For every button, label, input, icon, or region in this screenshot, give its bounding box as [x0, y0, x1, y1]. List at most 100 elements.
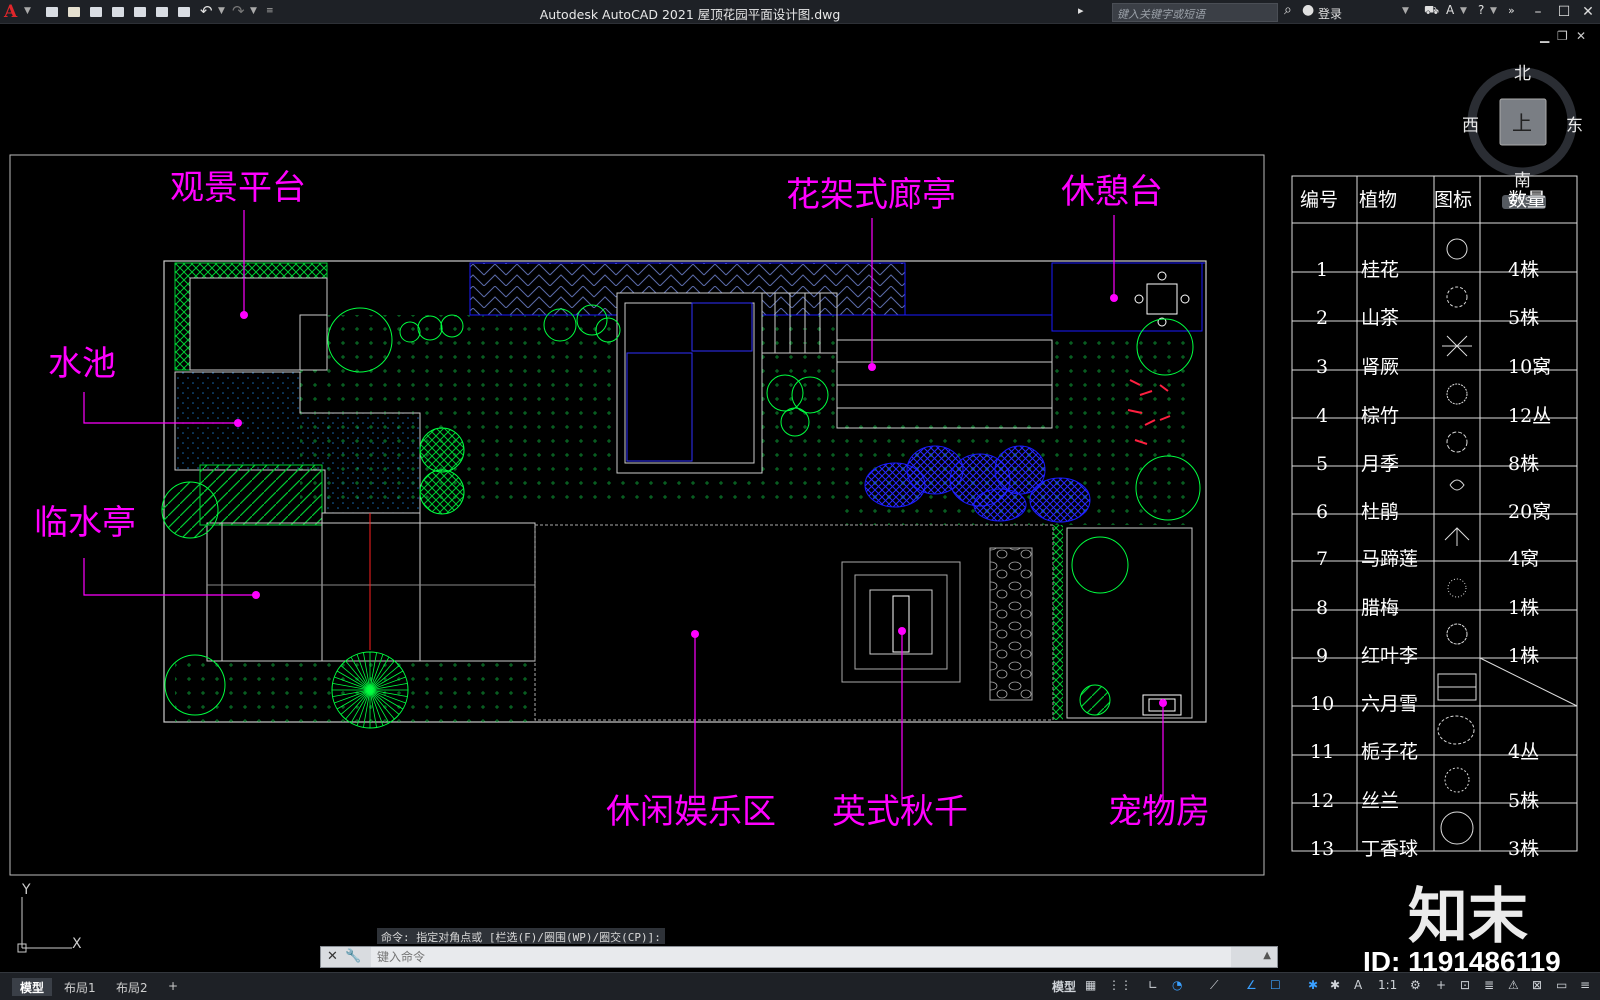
label-pond: 水池	[48, 344, 116, 384]
object-snap-icon[interactable]: ☐	[1270, 978, 1281, 996]
help-caret-icon[interactable]: ▼	[1490, 6, 1497, 16]
units-icon[interactable]: ⊡	[1460, 978, 1470, 996]
table-row-plant: 桂花	[1361, 259, 1400, 281]
add-layout-icon[interactable]: +	[160, 978, 186, 996]
auto-scale-icon[interactable]: ✱	[1330, 978, 1340, 996]
label-english-swing: 英式秋千	[832, 792, 968, 832]
table-row-plant: 栀子花	[1361, 741, 1419, 763]
label-pergola-corridor: 花架式廊亭	[786, 175, 956, 215]
table-row-no: 7	[1316, 548, 1329, 570]
table-row-plant: 腊梅	[1361, 597, 1400, 619]
label-waterside-pavilion: 临水亭	[34, 503, 136, 543]
table-row-qty: 5株	[1508, 307, 1540, 329]
tab-layout2[interactable]: 布局2	[108, 978, 156, 996]
isodraft-icon[interactable]: ⟋	[1210, 978, 1218, 996]
table-row-plant: 杜鹃	[1361, 501, 1400, 523]
table-row-plant: 月季	[1361, 453, 1400, 475]
search-expand-icon[interactable]: ▸	[1078, 4, 1084, 17]
minimize-button[interactable]: –	[1528, 2, 1548, 22]
customize-command-icon[interactable]: 🔧	[345, 949, 361, 964]
table-row-plant: 棕竹	[1361, 405, 1400, 427]
user-icon[interactable]: ●	[1302, 2, 1314, 18]
ortho-icon[interactable]: ∟	[1148, 978, 1158, 996]
table-row-qty: 10窝	[1508, 356, 1552, 378]
snap-icon[interactable]: ⋮⋮	[1108, 978, 1132, 996]
drawing-canvas[interactable]: ▁ ❐ ✕ 北 南 东 西 上 WCS 观景平台 水池 临水亭 花架式廊亭 休憩…	[0, 25, 1600, 972]
table-row-plant: 红叶李	[1361, 645, 1419, 667]
watermark-brand: 知末	[1408, 882, 1528, 952]
table-row-no: 4	[1316, 405, 1329, 427]
workspace-gear-icon[interactable]: ⚙	[1410, 978, 1421, 996]
table-row-no: 9	[1316, 645, 1329, 667]
compass-south-label[interactable]: 南	[1514, 166, 1531, 191]
table-row-plant: 肾厥	[1361, 356, 1400, 378]
close-command-icon[interactable]: ✕	[327, 949, 338, 964]
account-caret-icon[interactable]: ▼	[1460, 6, 1467, 16]
model-space-button[interactable]: 模型	[1052, 978, 1076, 996]
table-header-plant: 植物	[1359, 189, 1398, 211]
table-row-plant: 马蹄莲	[1361, 548, 1419, 570]
table-header-no: 编号	[1300, 189, 1339, 211]
viewcube-top-face[interactable]: 上	[1512, 107, 1532, 136]
table-row-qty: 3株	[1508, 838, 1540, 860]
title-bar: A ▼ ↶ ▼ ↷ ▼ ≡ Autodesk AutoCAD 2021 屋顶花园…	[0, 0, 1600, 24]
search-input[interactable]: 键入关键字或短语	[1112, 3, 1278, 22]
annotation-scale-icon[interactable]: A	[1354, 978, 1362, 996]
grid-icon[interactable]: ▦	[1085, 978, 1096, 996]
command-history-arrow-icon[interactable]: ▲	[1263, 950, 1271, 961]
help-icon[interactable]: ?	[1478, 3, 1484, 17]
annotation-visibility-icon[interactable]: ✱	[1308, 978, 1318, 996]
table-row-no: 13	[1310, 838, 1335, 860]
table-row-no: 2	[1316, 307, 1329, 329]
compass-north-label[interactable]: 北	[1514, 59, 1531, 84]
label-viewing-platform: 观景平台	[170, 168, 306, 208]
table-row-no: 8	[1316, 597, 1329, 619]
table-row-no: 1	[1316, 259, 1329, 281]
command-input[interactable]	[371, 947, 1231, 967]
customization-menu-icon[interactable]: ≡	[1580, 978, 1590, 996]
plus-icon[interactable]: +	[1436, 978, 1446, 996]
table-row-qty: 1株	[1508, 645, 1540, 667]
table-row-no: 6	[1316, 501, 1329, 523]
ucs-y-label: Y	[22, 882, 31, 898]
tab-layout1[interactable]: 布局1	[56, 978, 104, 996]
compass-east-label[interactable]: 东	[1566, 111, 1583, 136]
cart-icon[interactable]: ⛟	[1424, 3, 1439, 19]
status-bar: 模型 布局1 布局2 + 模型 ▦ ⋮⋮ ∟ ◔ ⟋ ∠ ☐ ✱ ✱ A 1:1…	[0, 972, 1600, 1000]
table-row-no: 11	[1310, 741, 1335, 763]
warning-icon[interactable]: ⚠	[1508, 978, 1519, 996]
table-row-qty: 20窝	[1508, 501, 1552, 523]
login-caret-icon[interactable]: ▼	[1402, 6, 1409, 16]
table-header-icon: 图标	[1434, 189, 1473, 211]
annotation-scale-value[interactable]: 1:1	[1378, 978, 1397, 996]
object-snap-tracking-icon[interactable]: ∠	[1246, 978, 1257, 996]
command-line: ✕ 🔧 ▲	[320, 946, 1278, 968]
polar-icon[interactable]: ◔	[1172, 978, 1182, 996]
table-row-qty: 4丛	[1508, 741, 1540, 763]
autodesk-account-icon[interactable]: A	[1446, 3, 1454, 17]
close-button[interactable]: ✕	[1578, 2, 1598, 22]
login-link[interactable]: 登录	[1318, 5, 1342, 22]
label-rest-platform: 休憩台	[1061, 172, 1163, 212]
table-row-qty: 5株	[1508, 790, 1540, 812]
table-row-qty: 1株	[1508, 597, 1540, 619]
quick-properties-icon[interactable]: ≣	[1484, 978, 1494, 996]
table-row-qty: 4株	[1508, 259, 1540, 281]
clean-screen-icon[interactable]: ▭	[1556, 978, 1567, 996]
table-row-qty: 4窝	[1508, 548, 1540, 570]
compass-west-label[interactable]: 西	[1462, 111, 1479, 136]
table-header-qty: 数量	[1508, 189, 1547, 211]
table-row-qty: 8株	[1508, 453, 1540, 475]
table-row-no: 5	[1316, 453, 1329, 475]
maximize-button[interactable]: ☐	[1554, 2, 1574, 22]
table-row-no: 12	[1310, 790, 1335, 812]
search-icon[interactable]: ⌕	[1284, 2, 1292, 18]
command-history: 命令: 指定对角点或 [栏选(F)/圈围(WP)/圈交(CP)]:	[377, 928, 665, 944]
label-pet-house: 宠物房	[1108, 792, 1210, 832]
table-row-plant: 丝兰	[1361, 790, 1400, 812]
label-leisure-area: 休闲娱乐区	[606, 792, 776, 832]
expand-icon[interactable]: »	[1508, 4, 1515, 17]
graphics-performance-icon[interactable]: ⊠	[1532, 978, 1542, 996]
table-row-qty: 12丛	[1508, 405, 1552, 427]
tab-model[interactable]: 模型	[12, 978, 53, 996]
